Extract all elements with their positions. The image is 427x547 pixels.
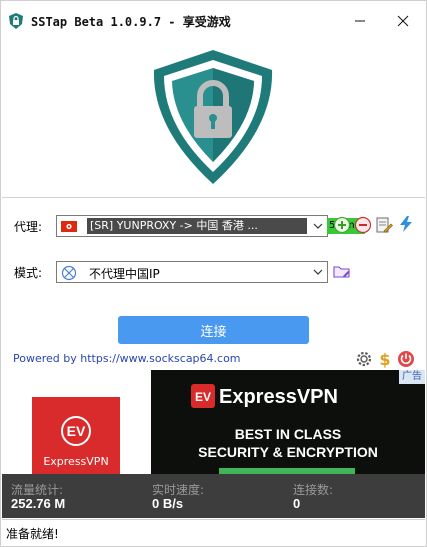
connect-button[interactable]: 连接 [118, 316, 309, 344]
proxy-select[interactable]: [SR] YUNPROXY -> 中国 香港 ... 54 ms [56, 215, 365, 237]
proxy-label: 代理: [14, 220, 43, 234]
window-title: SSTap Beta 1.0.9.7 - 享受游戏 [31, 15, 231, 29]
traffic-value: 252.76 M [11, 496, 66, 511]
close-button[interactable] [388, 7, 418, 35]
edit-icon[interactable] [375, 216, 393, 234]
ad-headline-2: SECURITY & ENCRYPTION [198, 444, 378, 460]
mode-label: 模式: [14, 266, 43, 280]
svg-text:$: $ [379, 350, 390, 368]
svg-text:EV: EV [67, 423, 86, 439]
ad-headline-1: BEST IN CLASS [234, 426, 342, 442]
divider [2, 197, 425, 198]
add-icon[interactable] [333, 216, 351, 234]
lock-shield-icon [153, 50, 273, 184]
close-icon [397, 15, 409, 27]
dollar-icon[interactable]: $ [376, 350, 394, 368]
globe-icon [61, 265, 77, 281]
app-shield-icon [9, 13, 23, 29]
chevron-down-icon [313, 223, 323, 229]
power-icon[interactable] [397, 350, 415, 368]
minimize-button[interactable] [345, 7, 375, 35]
title-bar: SSTap Beta 1.0.9.7 - 享受游戏 [0, 0, 427, 40]
expressvpn-logo: EV ExpressVPN [32, 397, 120, 474]
ad-banner-left[interactable]: EV ExpressVPN [2, 370, 150, 474]
ad-tag: 广告 [399, 370, 425, 384]
ad-left-brand: ExpressVPN [43, 455, 109, 468]
expressvpn-logo-icon: EV [61, 416, 91, 446]
lightning-icon[interactable] [397, 215, 415, 233]
ad-right-brand: ExpressVPN [219, 386, 338, 408]
minimize-icon [355, 20, 365, 22]
folder-edit-icon[interactable] [333, 262, 351, 280]
mode-value: 不代理中国IP [89, 267, 160, 281]
expressvpn-logo-icon: EV [191, 384, 215, 408]
hongkong-flag-icon [61, 221, 77, 232]
chevron-down-icon [313, 269, 323, 275]
powered-by-link[interactable]: Powered by https://www.sockscap64.com [13, 352, 241, 365]
mode-select[interactable]: 不代理中国IP [56, 261, 328, 283]
speed-value: 0 B/s [152, 496, 184, 511]
proxy-name: [SR] YUNPROXY -> 中国 香港 ... [87, 218, 307, 234]
remove-icon[interactable] [354, 216, 372, 234]
gear-icon[interactable] [355, 350, 373, 368]
connections-value: 0 [293, 496, 301, 511]
status-text: 准备就绪! [6, 527, 59, 541]
stats-panel: 流量统计: 252.76 M 实时速度: 0 B/s 连接数: 0 [2, 474, 425, 518]
status-bar: 准备就绪! [2, 519, 425, 543]
ad-banner-right[interactable]: EV ExpressVPN BEST IN CLASS SECURITY & E… [151, 370, 425, 474]
svg-text:EV: EV [195, 390, 211, 404]
